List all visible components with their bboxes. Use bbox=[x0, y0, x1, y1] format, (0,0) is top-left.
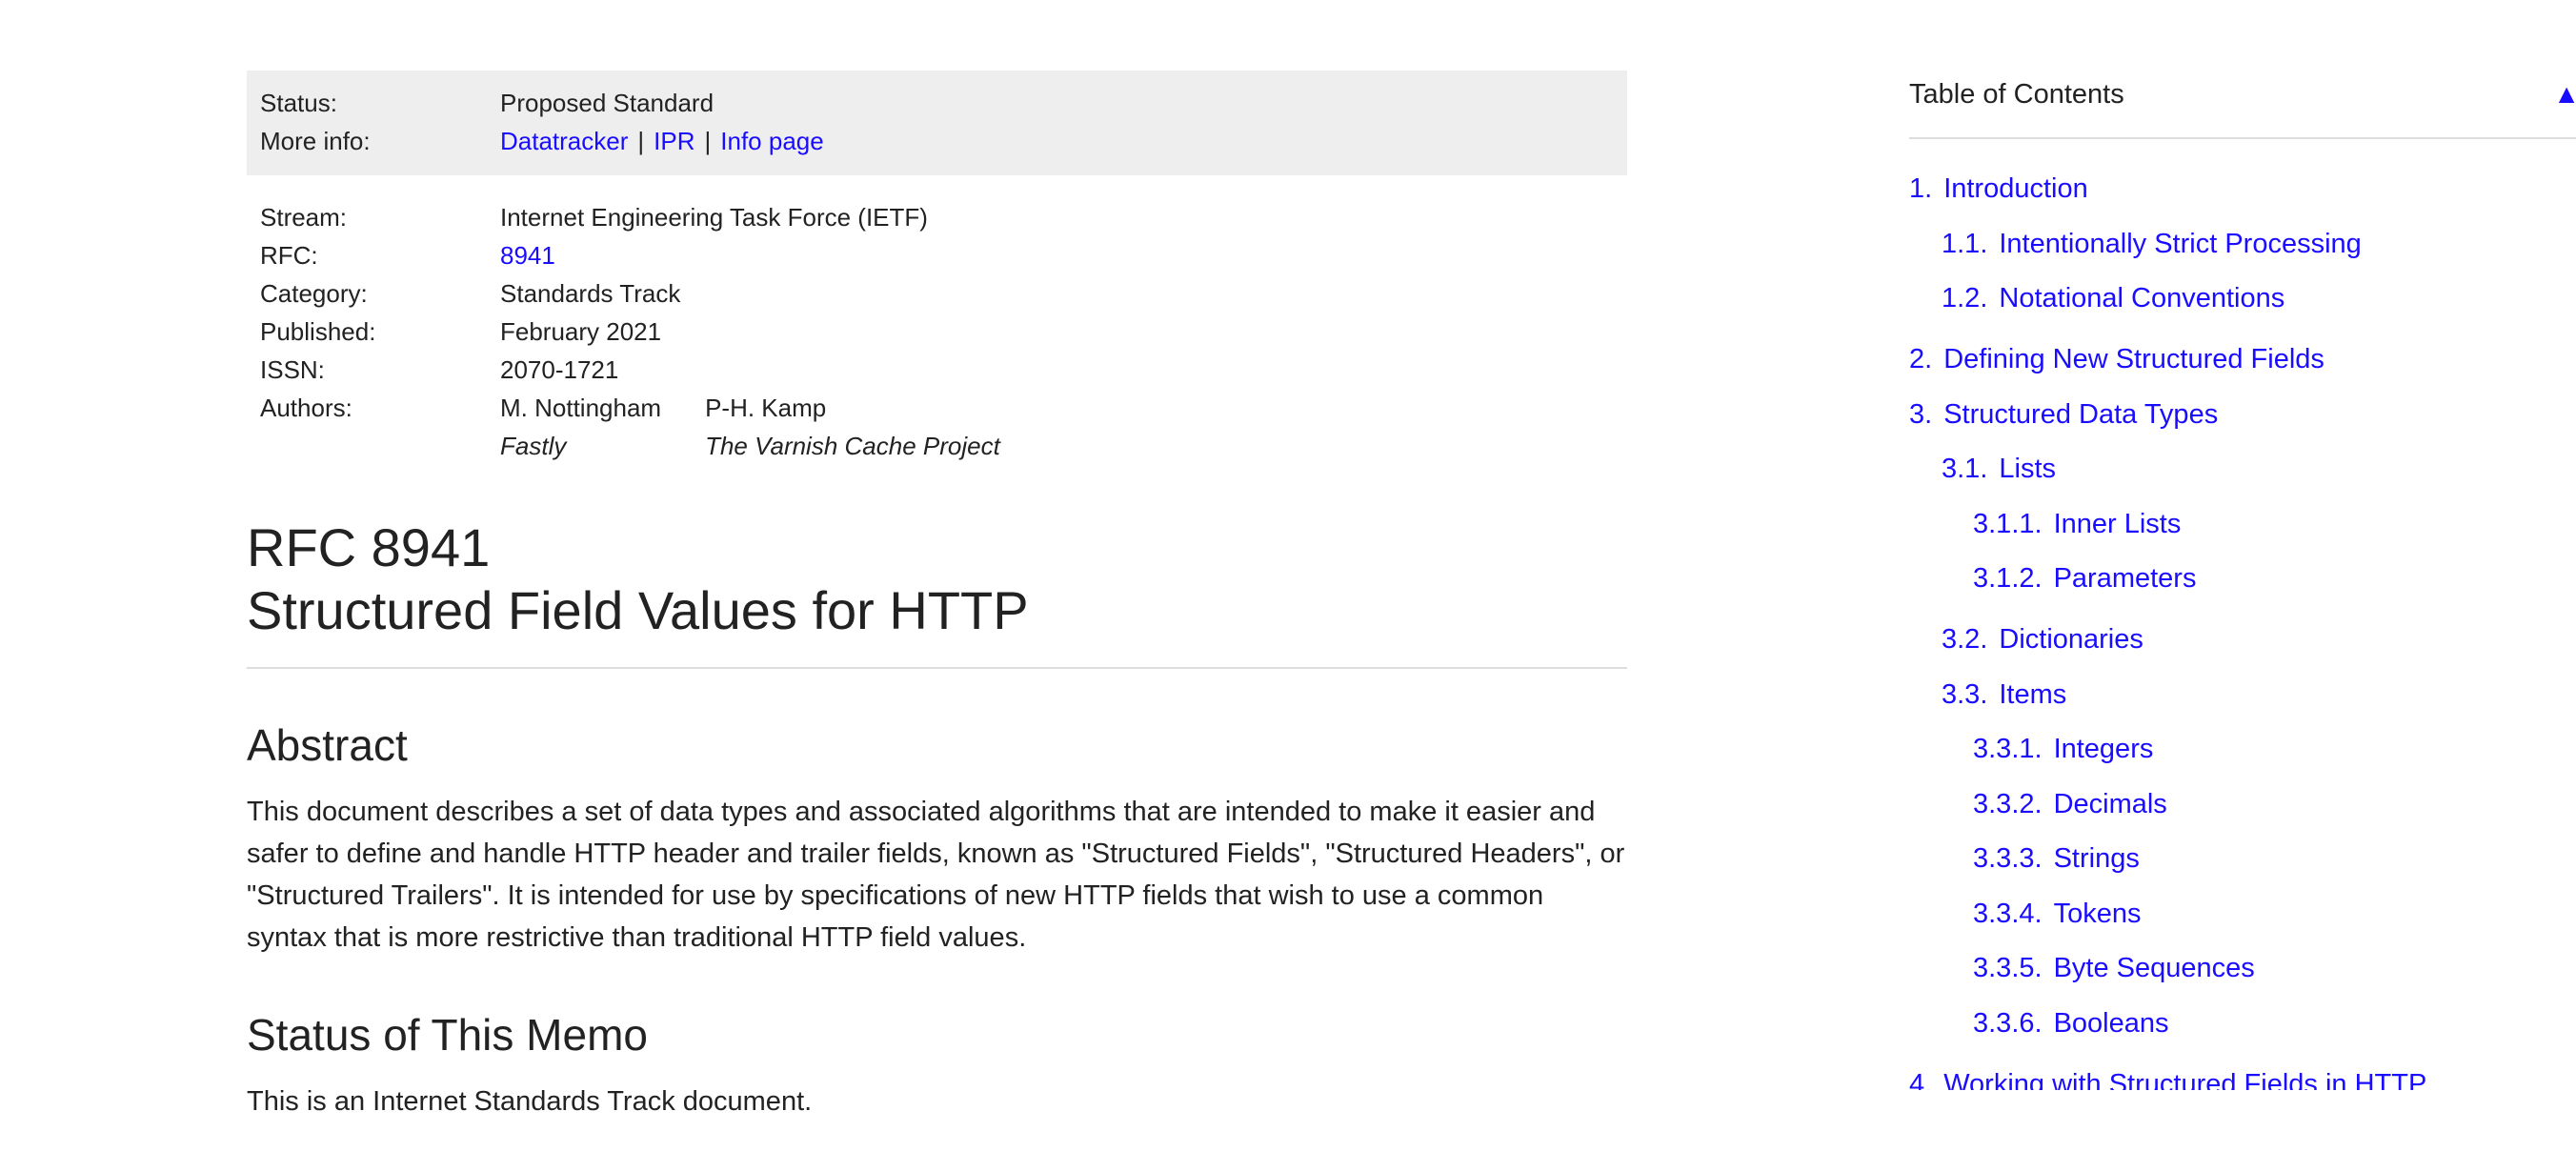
info-page-link[interactable]: Info page bbox=[720, 127, 823, 155]
status-memo-text: This is an Internet Standards Track docu… bbox=[247, 1086, 813, 1117]
rfc-label: RFC: bbox=[260, 241, 318, 270]
category-row: Category: Standards Track bbox=[260, 274, 1614, 313]
author-name: P-H. Kamp bbox=[705, 394, 827, 422]
status-row: Status: Proposed Standard bbox=[260, 84, 1614, 122]
toc-item-introduction[interactable]: 1. Introduction bbox=[1909, 172, 2576, 206]
table-of-contents: Table of Contents ▲ 1. Introduction 1.1. I… bbox=[1909, 71, 2576, 1090]
published-label: Published: bbox=[260, 317, 376, 346]
toc-heading: Table of Contents bbox=[1909, 78, 2124, 110]
document-main: Status: Proposed Standard More info: Dat… bbox=[247, 71, 1627, 1122]
toc-list: 1. Introduction 1.1. Intentionally Strict … bbox=[1909, 172, 2576, 1090]
published-value: February 2021 bbox=[500, 317, 662, 346]
toc-item-inner-lists[interactable]: 3.1.1. Inner Lists bbox=[1909, 507, 2576, 541]
link-separator: | bbox=[704, 127, 712, 155]
status-label: Status: bbox=[260, 89, 337, 117]
author: P-H. Kamp The Varnish Cache Project bbox=[705, 389, 1000, 465]
title-text: Structured Field Values for HTTP bbox=[247, 580, 1029, 640]
authors-list: M. Nottingham Fastly P-H. Kamp The Varni… bbox=[500, 389, 1614, 465]
toc-header: Table of Contents ▲ bbox=[1909, 71, 2576, 139]
toc-item-lists[interactable]: 3.1. Lists bbox=[1909, 452, 2576, 486]
rfc-row: RFC: 8941 bbox=[260, 236, 1614, 274]
ipr-link[interactable]: IPR bbox=[654, 127, 694, 155]
more-info-label: More info: bbox=[260, 127, 371, 155]
authors-row: Authors: M. Nottingham Fastly P-H. Kamp … bbox=[260, 389, 1614, 465]
toc-item-working-with-structured-fields[interactable]: 4. Working with Structured Fields in HTTP bbox=[1909, 1067, 2576, 1090]
status-memo-heading: Status of This Memo bbox=[247, 1010, 648, 1060]
toc-item-dictionaries[interactable]: 3.2. Dictionaries bbox=[1909, 622, 2576, 657]
category-value: Standards Track bbox=[500, 279, 681, 308]
author-org: The Varnish Cache Project bbox=[705, 432, 1000, 460]
toc-item-parameters[interactable]: 3.1.2. Parameters bbox=[1909, 561, 2576, 596]
toc-item-decimals[interactable]: 3.3.2. Decimals bbox=[1909, 787, 2576, 821]
issn-label: ISSN: bbox=[260, 355, 325, 384]
stream-row: Stream: Internet Engineering Task Force … bbox=[260, 198, 1614, 236]
document-metadata: Stream: Internet Engineering Task Force … bbox=[247, 175, 1627, 465]
title-divider bbox=[247, 667, 1627, 669]
toc-item-integers[interactable]: 3.3.1. Integers bbox=[1909, 732, 2576, 766]
toc-item-intentionally-strict-processing[interactable]: 1.1. Intentionally Strict Processing bbox=[1909, 227, 2576, 261]
toc-item-byte-sequences[interactable]: 3.3.5. Byte Sequences bbox=[1909, 951, 2576, 985]
title-rfc-number: RFC 8941 bbox=[247, 517, 491, 577]
status-box: Status: Proposed Standard More info: Dat… bbox=[247, 71, 1627, 175]
toc-item-structured-data-types[interactable]: 3. Structured Data Types bbox=[1909, 397, 2576, 432]
issn-value: 2070-1721 bbox=[500, 355, 619, 384]
issn-row: ISSN: 2070-1721 bbox=[260, 351, 1614, 389]
toc-item-tokens[interactable]: 3.3.4. Tokens bbox=[1909, 897, 2576, 931]
author-org: Fastly bbox=[500, 432, 567, 460]
published-row: Published: February 2021 bbox=[260, 313, 1614, 351]
toc-item-defining-new-structured-fields[interactable]: 2. Defining New Structured Fields bbox=[1909, 342, 2576, 376]
category-label: Category: bbox=[260, 279, 368, 308]
toc-item-items[interactable]: 3.3. Items bbox=[1909, 677, 2576, 712]
status-value: Proposed Standard bbox=[500, 89, 714, 117]
rfc-number-link[interactable]: 8941 bbox=[500, 241, 555, 270]
author-name: M. Nottingham bbox=[500, 394, 662, 422]
toc-item-notational-conventions[interactable]: 1.2. Notational Conventions bbox=[1909, 281, 2576, 315]
author: M. Nottingham Fastly bbox=[500, 389, 661, 465]
more-info-row: More info: Datatracker | IPR | Info page bbox=[260, 122, 1614, 160]
toc-item-strings[interactable]: 3.3.3. Strings bbox=[1909, 841, 2576, 876]
stream-value: Internet Engineering Task Force (IETF) bbox=[500, 203, 928, 232]
abstract-heading: Abstract bbox=[247, 720, 408, 770]
datatracker-link[interactable]: Datatracker bbox=[500, 127, 628, 155]
more-info-links: Datatracker | IPR | Info page bbox=[500, 122, 1614, 160]
authors-label: Authors: bbox=[260, 394, 352, 422]
document-title: RFC 8941 Structured Field Values for HTT… bbox=[247, 516, 1627, 642]
stream-label: Stream: bbox=[260, 203, 348, 232]
triangle-up-icon[interactable]: ▲ bbox=[2553, 79, 2576, 110]
link-separator: | bbox=[637, 127, 645, 155]
abstract-text: This document describes a set of data ty… bbox=[247, 797, 1625, 953]
toc-item-booleans[interactable]: 3.3.6. Booleans bbox=[1909, 1006, 2576, 1041]
